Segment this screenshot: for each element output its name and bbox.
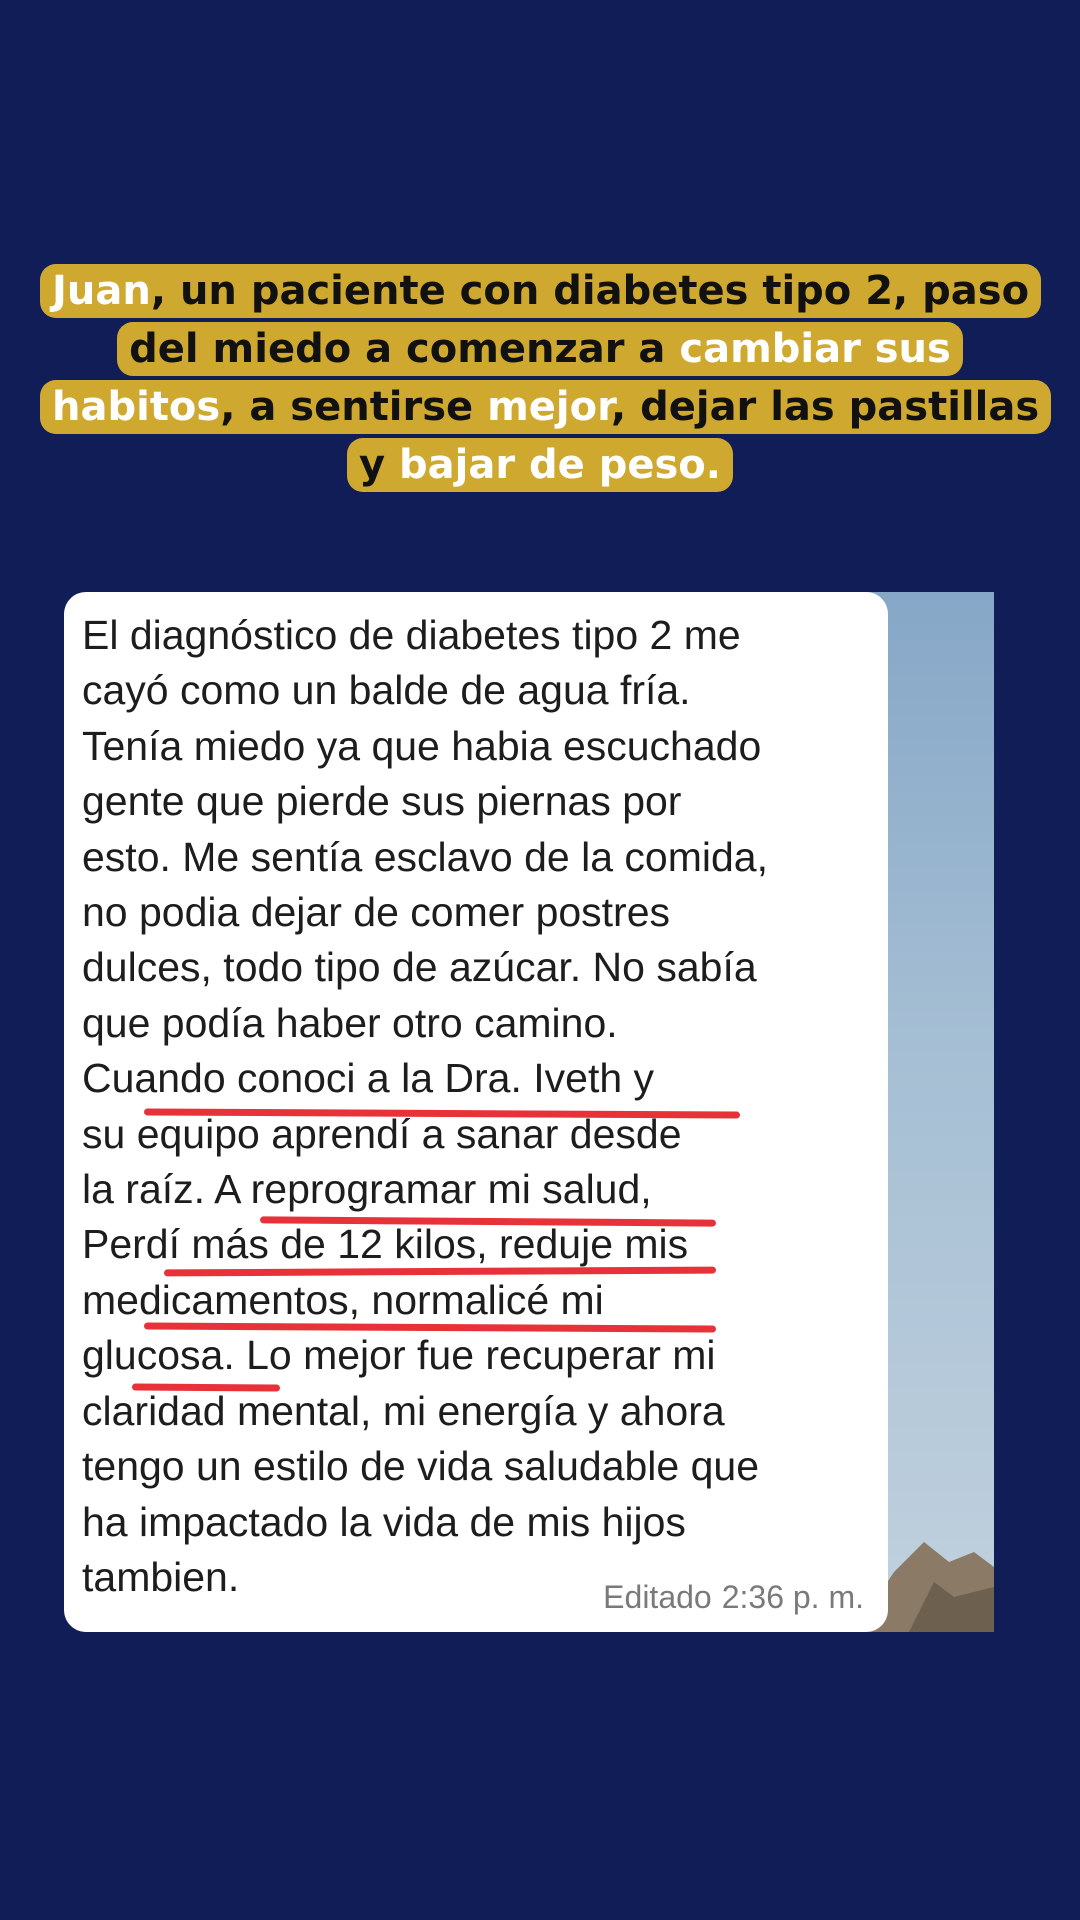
red-underline — [131, 1383, 281, 1392]
headline-part: , a sentirse — [220, 384, 488, 430]
message-line: no podia dejar de comer postres — [82, 889, 671, 936]
message-line: Tenía miedo ya que habia escuchado — [82, 722, 762, 769]
edited-label: Editado — [603, 1579, 712, 1615]
message-text: El diagnóstico de diabetes tipo 2 me cay… — [82, 608, 882, 1605]
chat-screenshot: El diagnóstico de diabetes tipo 2 me cay… — [64, 592, 994, 1632]
headline-box: Juan, un paciente con diabetes tipo 2, p… — [40, 264, 1052, 492]
message-line: esto. Me sentía esclavo de la comida, — [82, 833, 768, 880]
message-line: tengo un estilo de vida saludable que — [82, 1443, 760, 1490]
message-line: ha impactado la vida de mis hijos — [82, 1498, 686, 1545]
message-line: cayó como un balde de agua fría. — [82, 667, 691, 714]
message-time: 2:36 p. m. — [721, 1579, 864, 1615]
message-line: El diagnóstico de diabetes tipo 2 me — [82, 612, 741, 658]
message-line: que podía haber otro camino. — [82, 999, 618, 1046]
message-line: Cuando conoci a la Dra. Iveth y — [82, 1055, 655, 1102]
message-bubble[interactable]: El diagnóstico de diabetes tipo 2 me cay… — [64, 592, 888, 1632]
message-line: gente que pierde sus piernas por — [82, 778, 682, 825]
message-line: glucosa. Lo mejor fue recuperar mi — [82, 1332, 716, 1379]
message-line: claridad mental, mi energía y ahora — [82, 1387, 725, 1434]
headline-part: mejor — [487, 384, 611, 430]
message-line: medicamentos, normalicé mi — [82, 1276, 604, 1323]
message-line: la raíz. A reprogramar mi salud, — [82, 1166, 652, 1213]
message-meta: Editado 2:36 p. m. — [603, 1579, 864, 1616]
message-line: Perdí más de 12 kilos, reduje mis — [82, 1221, 689, 1268]
message-line: dulces, todo tipo de azúcar. No sabía — [82, 944, 757, 991]
headline-part: bajar de peso. — [399, 442, 721, 488]
headline-part: Juan — [52, 268, 151, 314]
headline: Juan, un paciente con diabetes tipo 2, p… — [40, 262, 1052, 494]
